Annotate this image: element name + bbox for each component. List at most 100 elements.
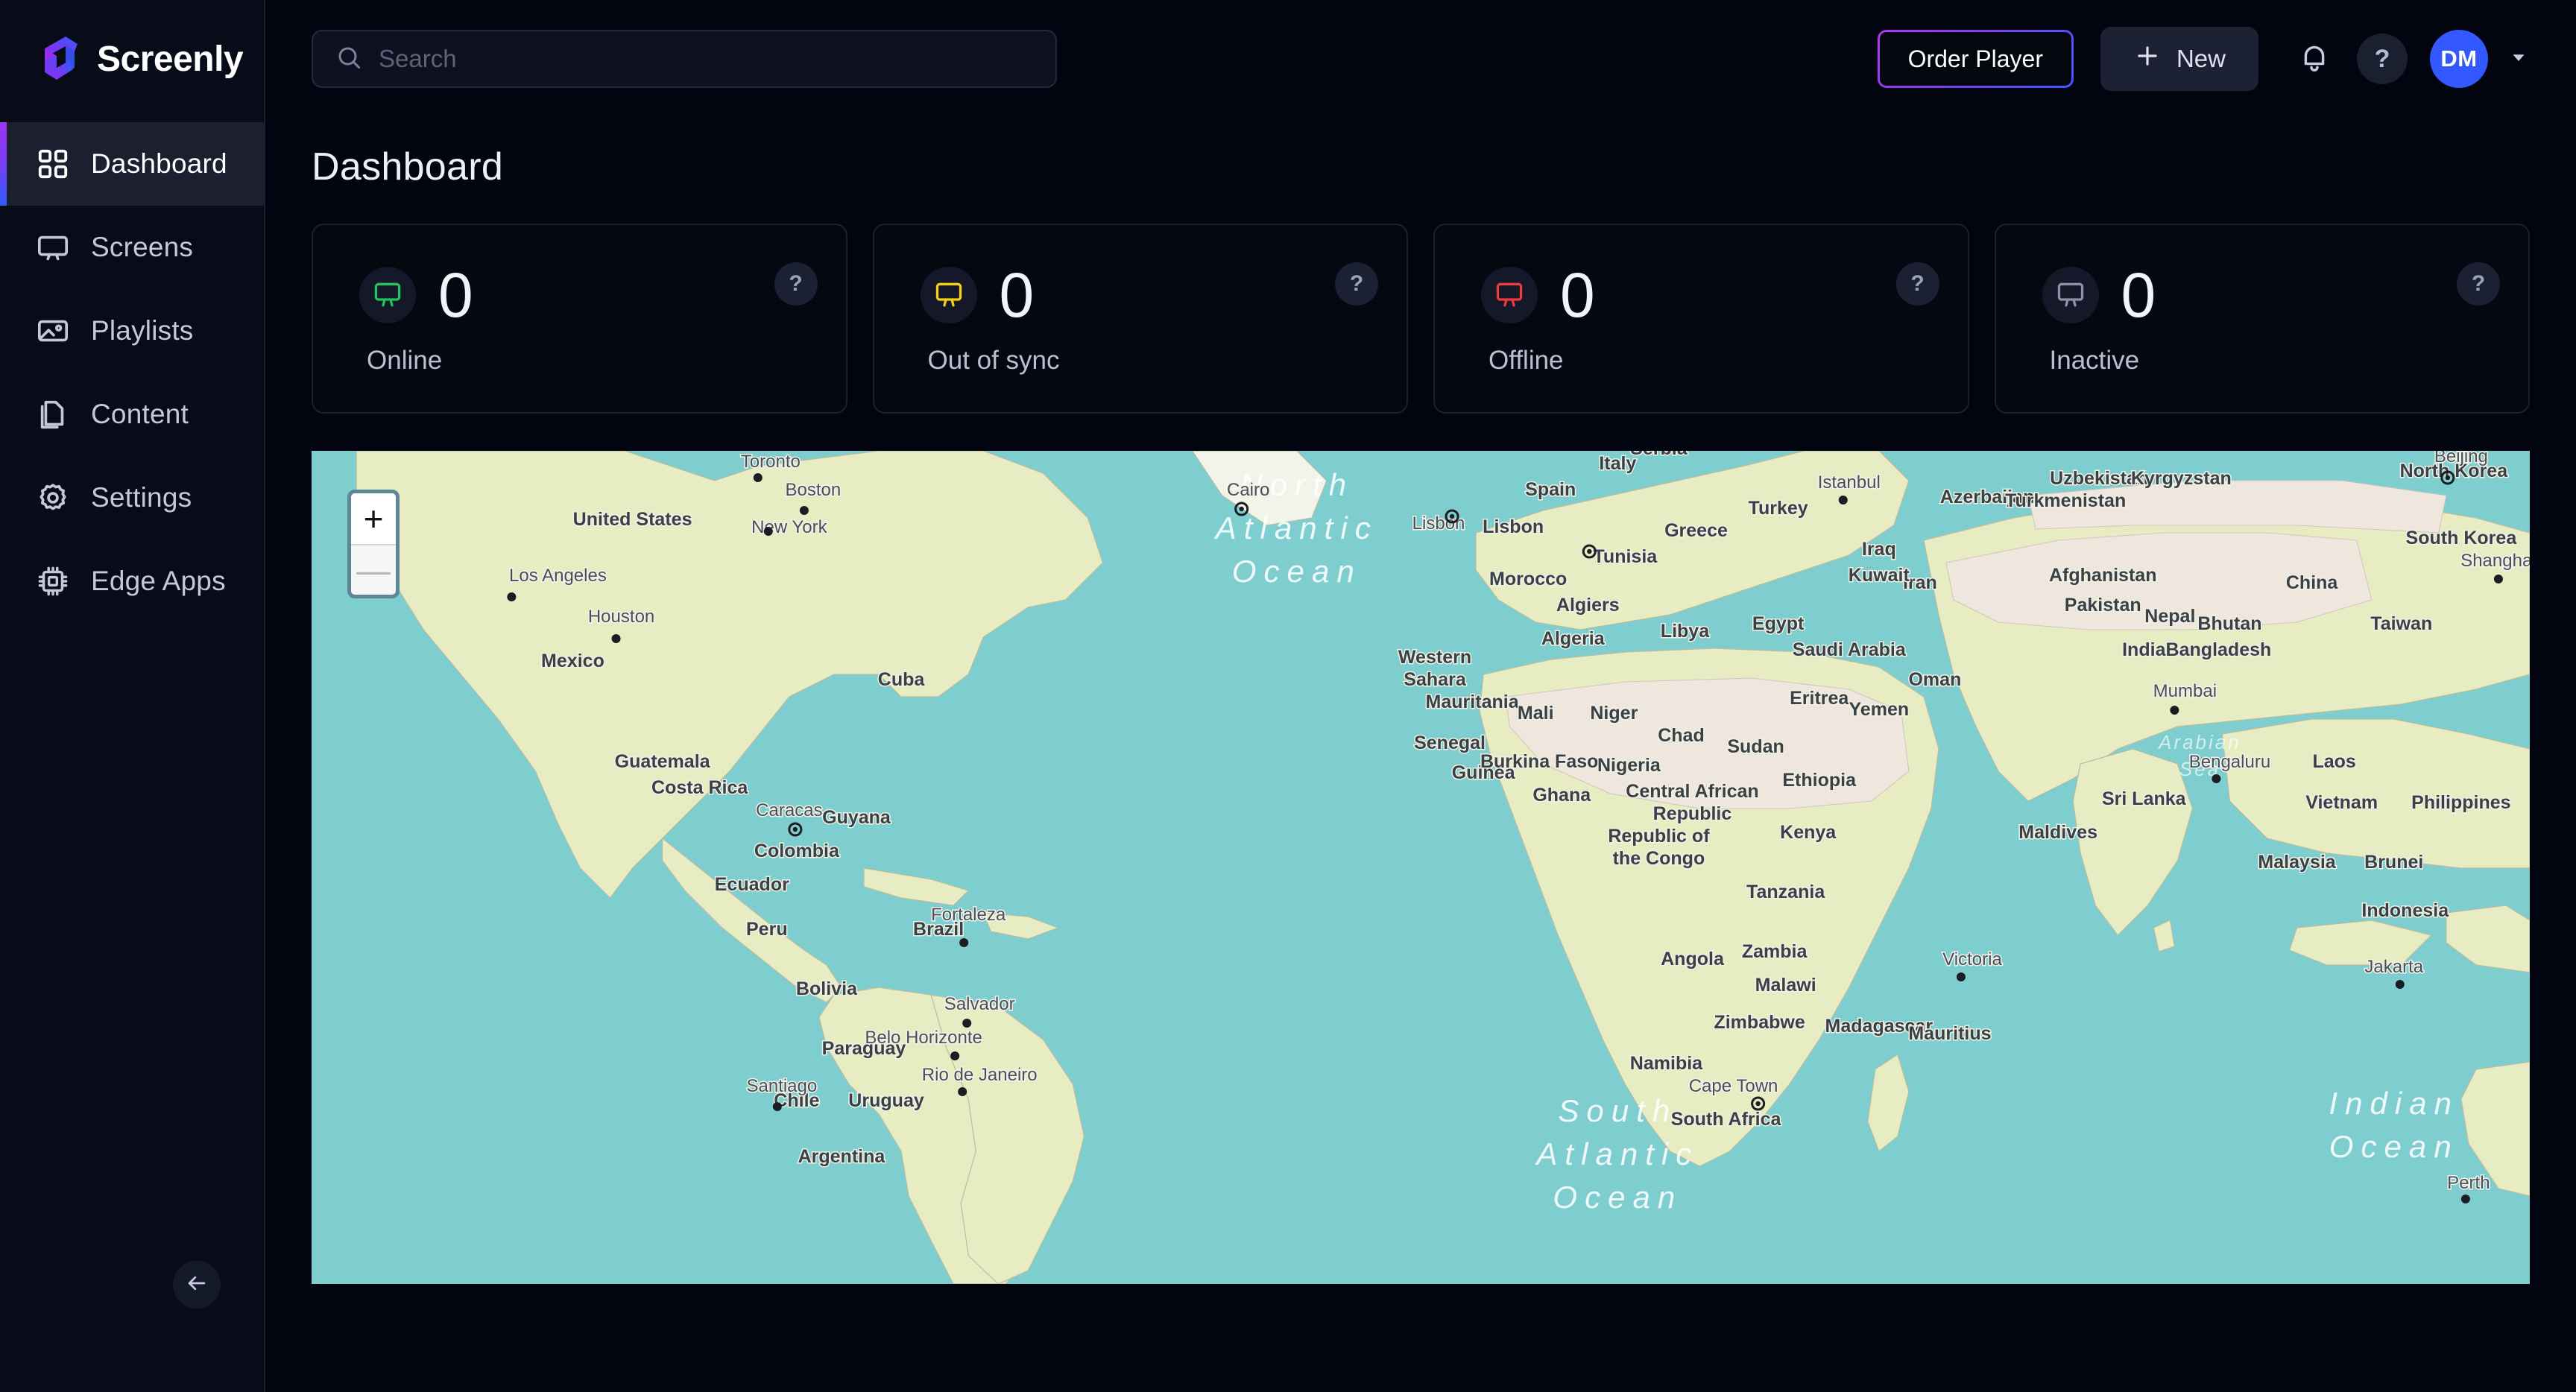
svg-text:Houston: Houston xyxy=(588,607,654,627)
search-box[interactable] xyxy=(312,30,1057,88)
svg-text:Greece: Greece xyxy=(1664,520,1728,541)
svg-text:Eritrea: Eritrea xyxy=(1790,688,1849,709)
svg-text:Cairo: Cairo xyxy=(1227,480,1269,500)
svg-text:Sri Lanka: Sri Lanka xyxy=(2102,788,2187,809)
avatar[interactable]: DM xyxy=(2430,30,2488,88)
stat-help-button[interactable]: ? xyxy=(1895,262,1939,306)
search-icon xyxy=(335,44,362,75)
svg-text:Ghana: Ghana xyxy=(1532,785,1591,806)
stat-help-button[interactable]: ? xyxy=(774,262,818,306)
svg-text:Maldives: Maldives xyxy=(2018,822,2097,843)
map-zoom-controls[interactable]: + — xyxy=(347,490,400,598)
stat-card-row: 0 xyxy=(1481,264,1968,326)
svg-text:Spain: Spain xyxy=(1525,479,1576,500)
sidebar-item-label: Playlists xyxy=(91,315,194,346)
svg-text:Ocean: Ocean xyxy=(1553,1180,1682,1215)
new-button[interactable]: New xyxy=(2100,27,2258,91)
help-button[interactable]: ? xyxy=(2357,34,2408,84)
svg-text:Mauritius: Mauritius xyxy=(1908,1023,1991,1044)
brand[interactable]: Screenly xyxy=(0,0,264,118)
svg-text:Bhutan: Bhutan xyxy=(2197,613,2261,634)
svg-text:Niger: Niger xyxy=(1590,703,1638,724)
map-zoom-in-button[interactable]: + xyxy=(351,493,396,544)
svg-text:Guatemala: Guatemala xyxy=(615,751,711,772)
svg-text:Malawi: Malawi xyxy=(1755,975,1816,996)
stat-help-button[interactable]: ? xyxy=(2457,262,2500,306)
sidebar-item-playlists[interactable]: Playlists xyxy=(0,289,264,373)
notifications-button[interactable] xyxy=(2285,30,2343,88)
svg-text:Chad: Chad xyxy=(1658,725,1705,746)
svg-text:Libya: Libya xyxy=(1661,621,1710,642)
svg-text:Fortaleza: Fortaleza xyxy=(931,905,1006,925)
svg-text:Mexico: Mexico xyxy=(541,651,604,671)
svg-text:Colombia: Colombia xyxy=(754,841,840,861)
screen-icon xyxy=(359,267,416,323)
sidebar-nav: Dashboard Screens Playlists Content Sett… xyxy=(0,122,264,623)
svg-text:Afghanistan: Afghanistan xyxy=(2049,565,2157,586)
svg-text:Istanbul: Istanbul xyxy=(1818,472,1881,493)
plus-icon xyxy=(2133,42,2162,76)
svg-text:Republic of: Republic of xyxy=(1608,826,1710,847)
sidebar-item-label: Settings xyxy=(91,482,192,513)
gear-icon xyxy=(36,481,70,515)
svg-text:Atlantic: Atlantic xyxy=(1534,1136,1699,1171)
stat-help-button[interactable]: ? xyxy=(1335,262,1378,306)
svg-text:Victoria: Victoria xyxy=(1942,949,2002,969)
map-canvas: North Atlantic Ocean South Atlantic Ocea… xyxy=(312,451,2530,1284)
svg-text:Bolivia: Bolivia xyxy=(796,978,858,999)
svg-text:Iraq: Iraq xyxy=(1862,539,1896,560)
arrow-left-icon xyxy=(184,1271,209,1300)
svg-text:India: India xyxy=(2122,639,2166,660)
search-input[interactable] xyxy=(379,45,1033,73)
sidebar-item-edge-apps[interactable]: Edge Apps xyxy=(0,540,264,623)
svg-text:Los Angeles: Los Angeles xyxy=(509,566,607,586)
stat-card-offline[interactable]: 0 Offline ? xyxy=(1433,224,1969,414)
stat-card-inactive[interactable]: 0 Inactive ? xyxy=(1994,224,2530,414)
bell-icon xyxy=(2296,39,2332,79)
svg-text:Ecuador: Ecuador xyxy=(715,874,789,895)
svg-text:Serbia: Serbia xyxy=(1630,451,1688,459)
screen-icon xyxy=(920,267,977,323)
screenly-hex-logo-icon xyxy=(36,34,82,84)
stat-card-row: 0 xyxy=(359,264,846,326)
stat-card-out-of-sync[interactable]: 0 Out of sync ? xyxy=(872,224,1408,414)
svg-text:Ocean: Ocean xyxy=(1232,554,1362,589)
stat-value: 0 xyxy=(2121,260,2156,330)
stat-value: 0 xyxy=(999,260,1035,330)
svg-text:Indonesia: Indonesia xyxy=(2361,900,2449,921)
sidebar-item-settings[interactable]: Settings xyxy=(0,456,264,540)
sidebar-item-label: Content xyxy=(91,399,189,429)
sidebar-item-screens[interactable]: Screens xyxy=(0,206,264,289)
svg-text:Malaysia: Malaysia xyxy=(2258,852,2336,873)
world-map[interactable]: North Atlantic Ocean South Atlantic Ocea… xyxy=(312,451,2530,1284)
map-zoom-out-button[interactable]: — xyxy=(351,544,396,595)
svg-text:Zambia: Zambia xyxy=(1742,941,1808,962)
svg-text:Vietnam: Vietnam xyxy=(2305,792,2378,813)
order-player-button[interactable]: Order Player xyxy=(1878,30,2074,88)
svg-text:Boston: Boston xyxy=(786,480,842,500)
svg-text:Indian: Indian xyxy=(2329,1086,2459,1121)
sidebar-collapse-button[interactable] xyxy=(173,1261,221,1309)
screen-icon xyxy=(2042,267,2099,323)
svg-text:Angola: Angola xyxy=(1661,949,1725,969)
svg-text:Tanzania: Tanzania xyxy=(1746,882,1825,902)
svg-text:Guyana: Guyana xyxy=(822,807,891,828)
svg-text:Brunei: Brunei xyxy=(2364,852,2423,873)
svg-text:South: South xyxy=(1558,1093,1677,1128)
sidebar-item-dashboard[interactable]: Dashboard xyxy=(0,122,264,206)
svg-text:Lisbon: Lisbon xyxy=(1483,516,1544,537)
svg-text:Argentina: Argentina xyxy=(798,1146,886,1167)
svg-text:China: China xyxy=(2286,572,2339,593)
svg-text:Ocean: Ocean xyxy=(2329,1129,2459,1164)
stat-card-online[interactable]: 0 Online ? xyxy=(312,224,847,414)
brand-name: Screenly xyxy=(97,39,244,79)
svg-text:Sahara: Sahara xyxy=(1404,669,1467,690)
svg-text:Costa Rica: Costa Rica xyxy=(651,777,748,798)
chevron-down-icon[interactable] xyxy=(2507,46,2530,72)
svg-text:the Congo: the Congo xyxy=(1613,848,1705,869)
sidebar-item-content[interactable]: Content xyxy=(0,373,264,456)
svg-text:Burkina Faso: Burkina Faso xyxy=(1480,751,1598,772)
copy-documents-icon xyxy=(36,397,70,431)
svg-text:Tunisia: Tunisia xyxy=(1594,546,1658,567)
svg-text:Zimbabwe: Zimbabwe xyxy=(1714,1012,1805,1033)
